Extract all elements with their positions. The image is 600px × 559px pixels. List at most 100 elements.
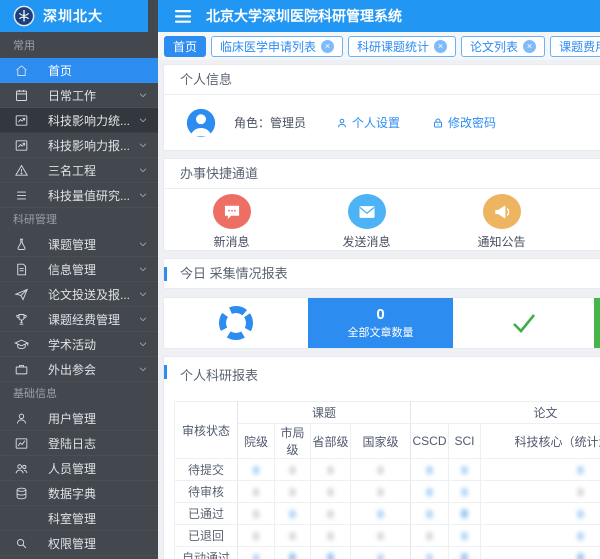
flask-icon [13, 237, 29, 252]
sidebar-item-label: 首页 [48, 62, 148, 79]
quick-channels-card: 办事快捷通道 新消息发送消息通知公告 [163, 158, 600, 251]
table-cell-blurred: 0 [481, 503, 600, 525]
main-area: 首页临床医学申请列表×科研课题统计×论文列表×课题费用报表×用户列表× 个人信息… [158, 32, 600, 559]
tab[interactable]: 科研课题统计× [348, 36, 456, 57]
sidebar-section-label: 科研管理 [0, 208, 158, 232]
menu-toggle-icon[interactable] [175, 10, 191, 23]
row-label: 待审核 [175, 481, 238, 503]
table-cell-blurred: 0 [481, 547, 600, 559]
table-column-header: CSCD [411, 424, 449, 459]
change-password-link[interactable]: 修改密码 [432, 114, 496, 131]
chat-icon [222, 202, 242, 222]
table-cell-blurred: 0 [275, 459, 311, 481]
quick-channel-label: 发送消息 [342, 233, 390, 250]
sidebar-item[interactable]: 课题经费管理 [0, 307, 158, 332]
sidebar-item[interactable]: 科技影响力统... [0, 108, 158, 133]
personal-settings-link[interactable]: 个人设置 [336, 114, 400, 131]
table-cell-blurred: 0 [411, 459, 449, 481]
grad-cap-icon [13, 337, 29, 352]
sidebar-item[interactable]: 日常工作 [0, 83, 158, 108]
chevron-down-icon [138, 239, 148, 249]
quick-channel-item[interactable]: 发送消息 [299, 194, 434, 250]
close-icon[interactable]: × [434, 40, 447, 53]
sidebar-item[interactable]: 科技量值研究... [0, 183, 158, 208]
sidebar-item[interactable]: 三名工程 [0, 158, 158, 183]
sidebar-item[interactable]: 数据字典 [0, 481, 158, 506]
sidebar-item-label: 科室管理 [48, 510, 148, 527]
page-title: 北京大学深圳医院科研管理系统 [206, 6, 402, 26]
sidebar-item[interactable]: 用户管理 [0, 406, 158, 431]
quick-channel-item[interactable]: 新消息 [164, 194, 299, 250]
stat-value: 0 [376, 307, 384, 323]
sidebar-top-strip [148, 0, 158, 32]
sidebar-item[interactable]: 信息管理 [0, 257, 158, 282]
table-cell-blurred: 0 [238, 459, 275, 481]
table-cell-blurred: 0 [275, 547, 311, 559]
sidebar-item-label: 日常工作 [48, 87, 138, 104]
chevron-down-icon [138, 364, 148, 374]
row-label: 自动通过 [175, 547, 238, 559]
sidebar-section-label: 基础信息 [0, 382, 158, 406]
close-icon[interactable]: × [523, 40, 536, 53]
sidebar-item[interactable]: 课题管理 [0, 232, 158, 257]
tab[interactable]: 首页 [164, 36, 206, 57]
table-row: 待提交0000000 [175, 459, 600, 481]
close-icon[interactable]: × [321, 40, 334, 53]
table-cell-blurred: 0 [449, 525, 481, 547]
table-body: 待提交0000000待审核0000000已通过0000000已退回0000000… [175, 459, 600, 559]
sidebar-item-label: 权限管理 [48, 535, 148, 552]
table-cell-blurred: 0 [275, 503, 311, 525]
sidebar-item-label: 数据字典 [48, 485, 148, 502]
chevron-down-icon [138, 115, 148, 125]
sidebar-item-label: 学术活动 [48, 336, 138, 353]
table-cell-blurred: 0 [481, 459, 600, 481]
table-cell-blurred: 0 [238, 547, 275, 559]
checkmark-icon [510, 312, 538, 334]
logo-area: 深圳北大 [0, 0, 148, 32]
tab[interactable]: 临床医学申请列表× [211, 36, 343, 57]
sidebar-item[interactable]: 论文投送及报... [0, 282, 158, 307]
mail-circle [348, 194, 386, 229]
table-cell-blurred: 0 [311, 525, 351, 547]
tab[interactable]: 课题费用报表× [550, 36, 600, 57]
sidebar-item-label: 人员管理 [48, 460, 148, 477]
table-head: 审核状态课题论文院级市局级省部级国家级CSCDSCI科技核心（统计源）期刊 [175, 402, 600, 459]
sidebar-item[interactable]: 科室管理 [0, 506, 158, 531]
chevron-down-icon [138, 339, 148, 349]
table-cell-blurred: 0 [411, 503, 449, 525]
widget-total-articles[interactable]: 0 全部文章数量 [308, 298, 453, 348]
table-cell-blurred: 0 [351, 503, 411, 525]
tab[interactable]: 论文列表× [461, 36, 545, 57]
table-cell-blurred: 0 [238, 503, 275, 525]
table-cell-blurred: 0 [411, 525, 449, 547]
magnifier-icon [13, 536, 29, 551]
table-group-header: 课题 [238, 402, 411, 424]
sidebar-item[interactable]: 人员管理 [0, 456, 158, 481]
table-cell-blurred: 0 [351, 547, 411, 559]
sidebar-item[interactable]: 首页 [0, 58, 158, 83]
chevron-down-icon [138, 140, 148, 150]
sidebar-item[interactable]: 学术活动 [0, 332, 158, 357]
document-icon [13, 262, 29, 277]
sidebar-item[interactable]: 外出参会 [0, 357, 158, 382]
sidebar-item[interactable]: 权限管理 [0, 531, 158, 556]
table-cell-blurred: 0 [449, 459, 481, 481]
quick-channel-item[interactable]: 通知公告 [434, 194, 569, 250]
table-column-header: 国家级 [351, 424, 411, 459]
table-cell-blurred: 0 [275, 481, 311, 503]
mail-icon [357, 202, 377, 222]
sidebar-item[interactable]: 科技影响力报... [0, 133, 158, 158]
row-label: 已退回 [175, 525, 238, 547]
table-cell-blurred: 0 [449, 481, 481, 503]
sidebar-item[interactable]: 登陆日志 [0, 431, 158, 456]
trophy-icon [13, 312, 29, 327]
table-cell-blurred: 0 [311, 503, 351, 525]
home-icon [13, 63, 29, 78]
chevron-down-icon [138, 314, 148, 324]
tab-bar: 首页临床医学申请列表×科研课题统计×论文列表×课题费用报表×用户列表× [158, 32, 600, 60]
table-group-header: 论文 [411, 402, 600, 424]
quick-channel-label: 新消息 [213, 233, 249, 250]
sidebar-item-label: 科技影响力统... [48, 112, 138, 129]
tab-label: 课题费用报表 [559, 38, 600, 55]
table-cell-blurred: 0 [311, 547, 351, 559]
